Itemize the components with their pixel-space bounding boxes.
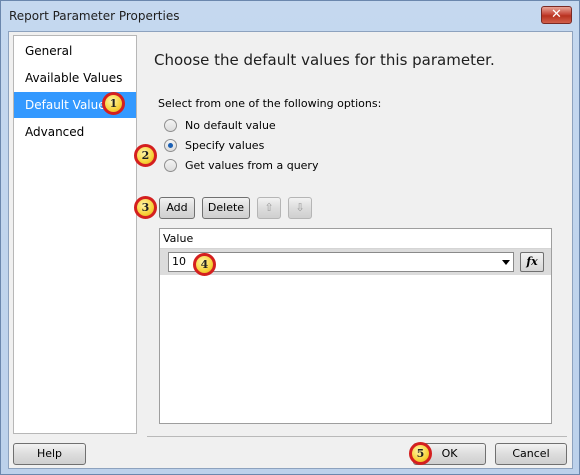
- move-down-button[interactable]: ⇩: [288, 197, 312, 219]
- move-up-button[interactable]: ⇧: [257, 197, 281, 219]
- nav-item-general[interactable]: General: [14, 38, 136, 64]
- table-row: 10 fx: [160, 249, 551, 275]
- options-instruction: Select from one of the following options…: [158, 97, 382, 110]
- cancel-button[interactable]: Cancel: [495, 443, 567, 465]
- radio-button-selected[interactable]: [164, 138, 177, 152]
- chevron-down-icon[interactable]: [502, 260, 510, 265]
- add-button[interactable]: Add: [159, 197, 195, 219]
- callout-badge: 2: [134, 144, 157, 167]
- callout-badge: 4: [193, 253, 216, 276]
- value-text: 10: [172, 255, 186, 268]
- arrow-down-icon: ⇩: [295, 201, 305, 214]
- close-button[interactable]: ✕: [541, 6, 572, 24]
- nav-item-advanced[interactable]: Advanced: [14, 119, 136, 145]
- callout-badge: 5: [409, 442, 432, 465]
- radio-get-values-from-query[interactable]: Get values from a query: [164, 157, 318, 173]
- radio-label: Get values from a query: [185, 158, 319, 172]
- title-bar[interactable]: Report Parameter Properties ✕: [1, 1, 579, 31]
- radio-label: Specify values: [185, 138, 265, 152]
- report-parameter-properties-window: Report Parameter Properties ✕ General Av…: [0, 0, 580, 475]
- close-icon: ✕: [551, 7, 562, 22]
- page-heading: Choose the default values for this param…: [154, 51, 495, 69]
- arrow-up-icon: ⇧: [264, 201, 274, 214]
- fx-icon: fx: [526, 255, 538, 268]
- value-combobox[interactable]: 10: [168, 252, 514, 272]
- value-column-header: Value: [160, 229, 551, 249]
- values-grid: Value 10 fx: [159, 228, 552, 424]
- expression-button[interactable]: fx: [520, 252, 544, 272]
- radio-no-default-value[interactable]: No default value: [164, 117, 276, 133]
- callout-badge: 1: [102, 92, 125, 115]
- dialog-client-area: General Available Values Default Values …: [8, 31, 573, 469]
- nav-item-available-values[interactable]: Available Values: [14, 65, 136, 91]
- radio-label: No default value: [185, 118, 276, 132]
- delete-button[interactable]: Delete: [202, 197, 250, 219]
- help-button[interactable]: Help: [13, 443, 86, 465]
- radio-button[interactable]: [164, 118, 177, 132]
- footer-divider: [147, 436, 567, 437]
- window-title: Report Parameter Properties: [9, 9, 180, 23]
- callout-badge: 3: [134, 196, 157, 219]
- radio-specify-values[interactable]: Specify values: [164, 137, 264, 153]
- radio-button[interactable]: [164, 158, 177, 172]
